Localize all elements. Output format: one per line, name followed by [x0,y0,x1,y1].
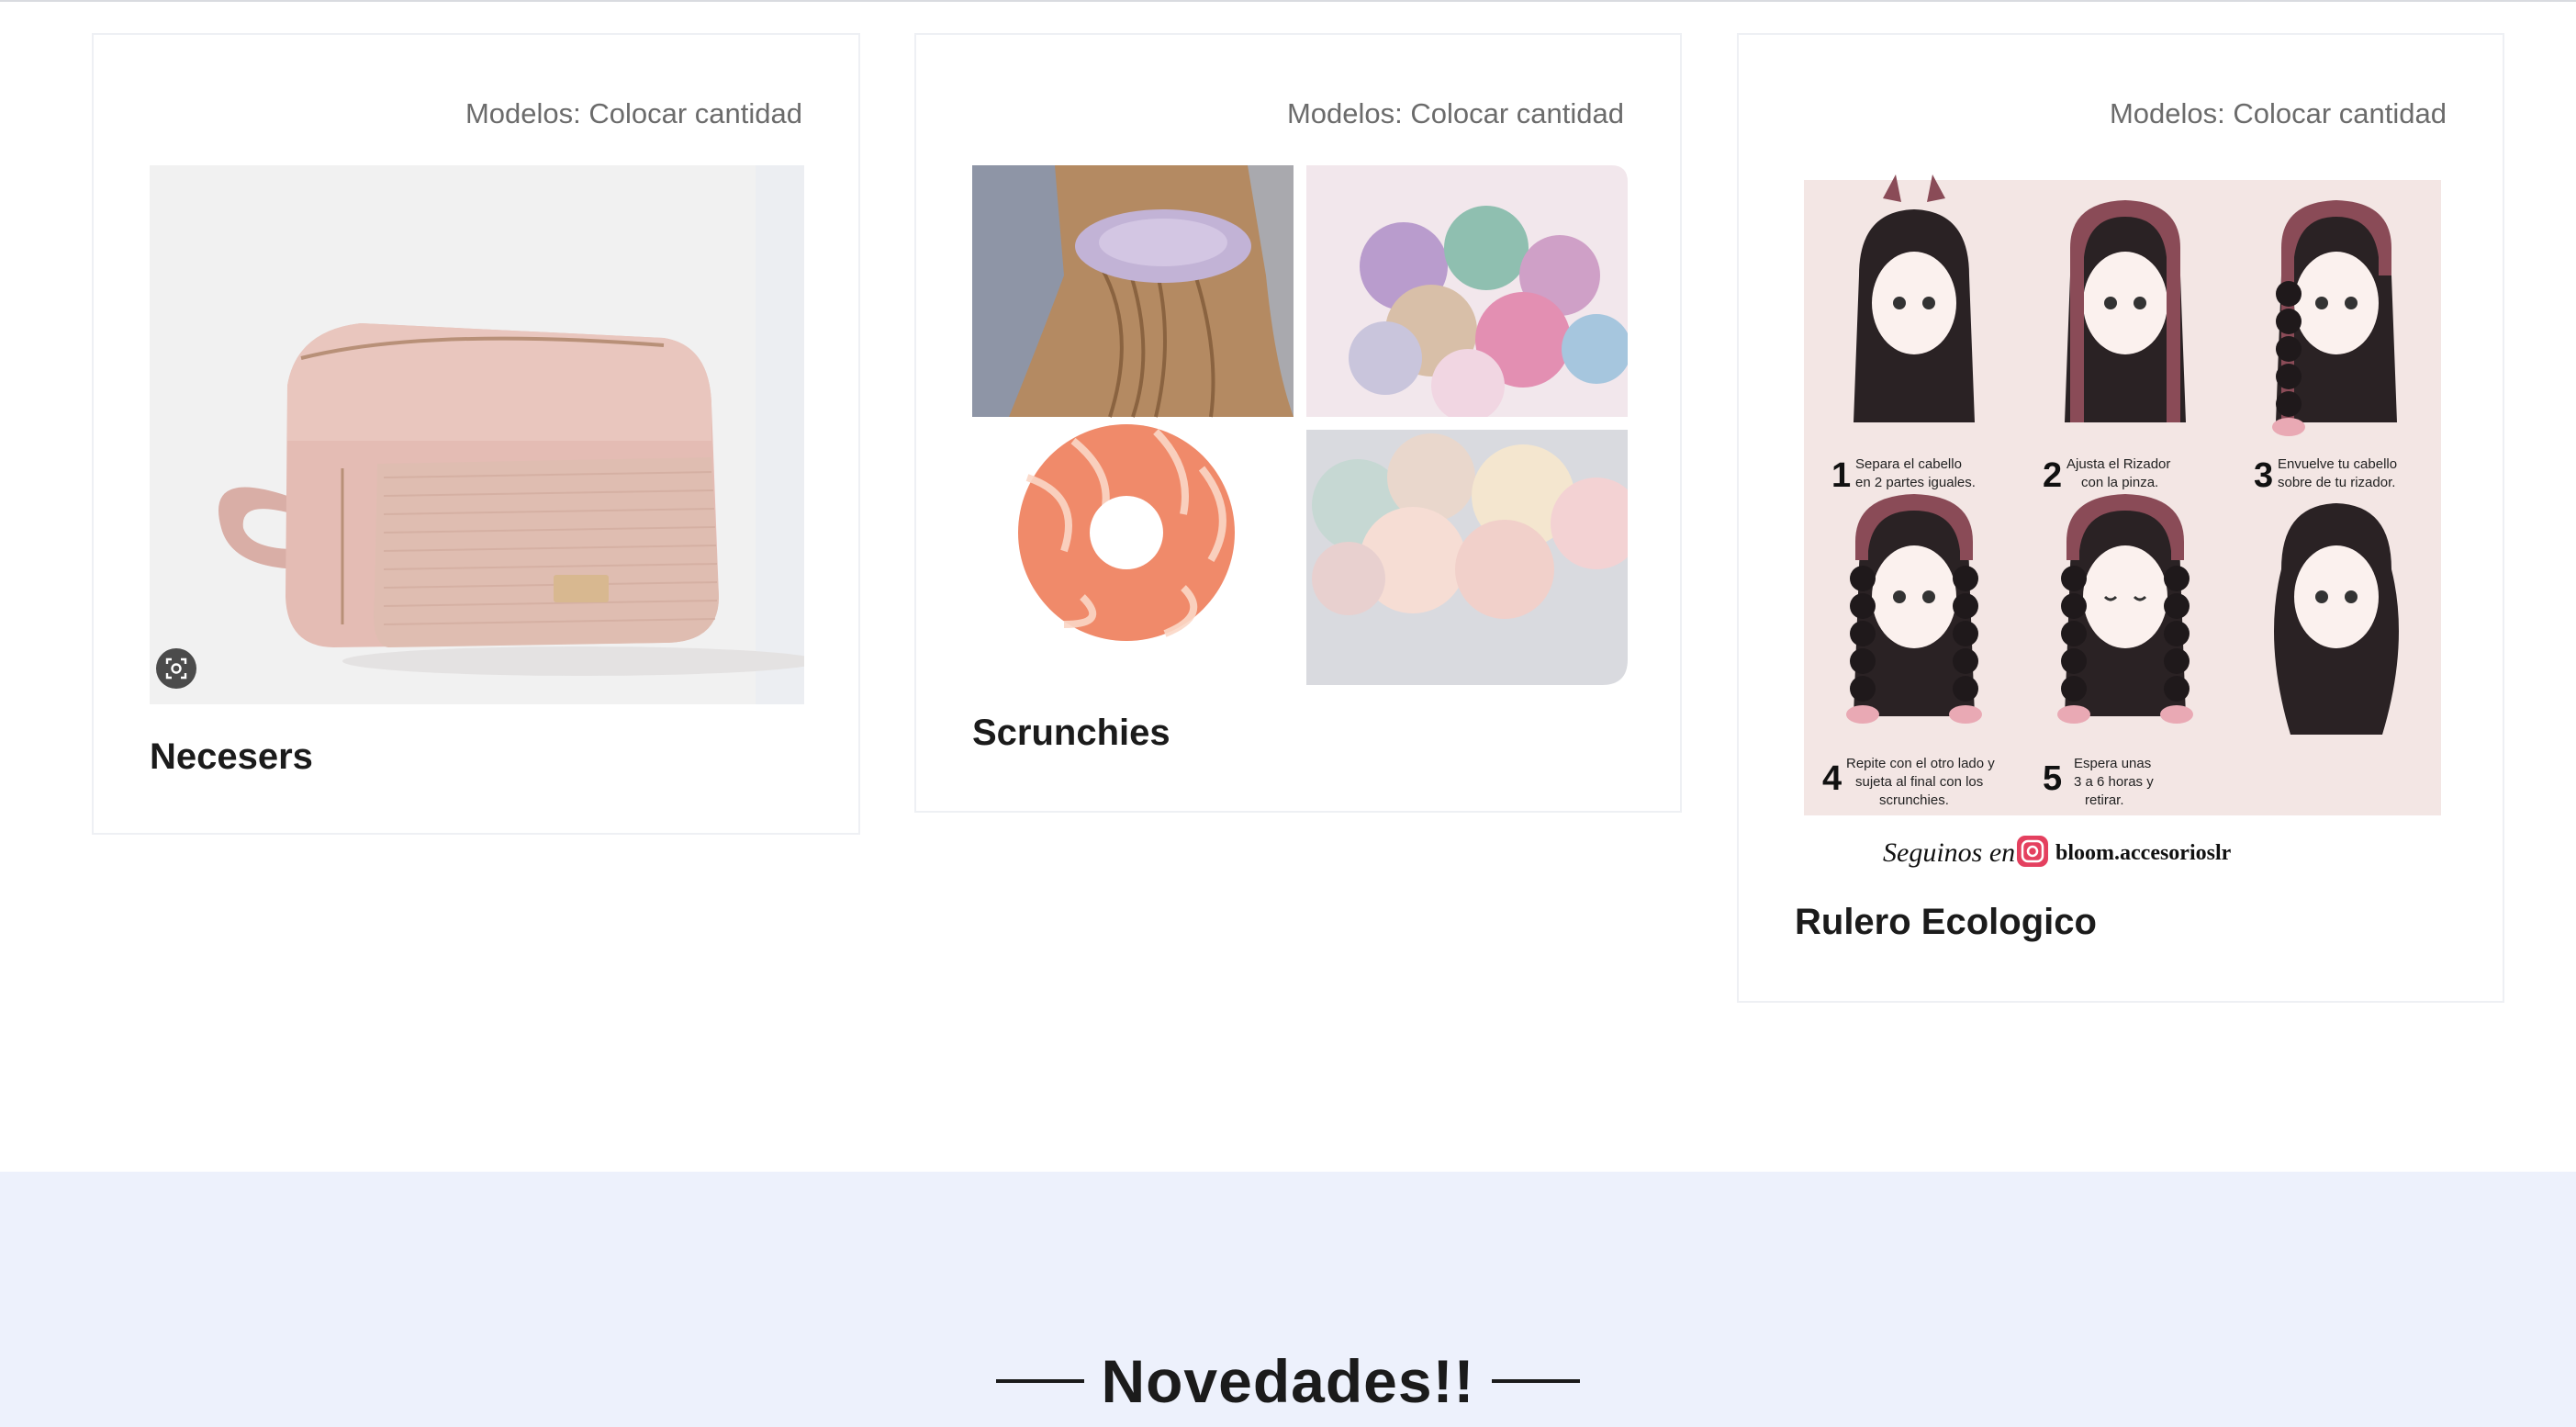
svg-text:Espera unas: Espera unas [2074,756,2151,771]
section-heading-text: Novedades!! [1101,1347,1475,1415]
heading-right-rule [1491,1378,1580,1383]
necesers-image[interactable] [150,165,804,704]
product-card-necesers[interactable]: Modelos: Colocar cantidad Necesers [92,33,860,835]
step-number: 2 [2043,456,2062,495]
instagram-handle: bloom.accesorioslr [2055,841,2232,865]
top-divider [0,0,2576,2]
svg-text:Repite con el otro lado y: Repite con el otro lado y [1846,756,1995,771]
step-number: 1 [1831,456,1851,495]
rulero-instructions-image[interactable]: 1 Separa el cabello en 2 partes iguales.… [1795,165,2450,905]
section-heading: Novedades!! [0,1346,2576,1416]
models-label: Modelos: Colocar cantidad [465,97,802,129]
follow-text: Seguinos en [1883,837,2015,868]
heading-left-rule [996,1378,1085,1383]
svg-text:sujeta al final con los: sujeta al final con los [1855,774,1983,790]
product-title[interactable]: Scrunchies [972,713,1170,754]
svg-text:scrunchies.: scrunchies. [1879,792,1949,808]
svg-text:3 a 6 horas y: 3 a 6 horas y [2074,774,2154,790]
zoom-icon[interactable] [156,648,196,689]
product-card-scrunchies[interactable]: Modelos: Colocar cantidad Scrunchies [914,33,1682,813]
svg-text:Envuelve tu cabello: Envuelve tu cabello [2278,456,2397,472]
svg-text:Ajusta el Rizador: Ajusta el Rizador [2066,456,2170,472]
models-label: Modelos: Colocar cantidad [1286,97,1624,129]
svg-text:retirar.: retirar. [2085,792,2124,808]
svg-text:sobre de tu rizador.: sobre de tu rizador. [2278,475,2395,490]
product-card-rulero-ecologico[interactable]: Modelos: Colocar cantidad 1 Separa el ca… [1737,33,2504,1003]
instagram-icon [2017,836,2048,867]
step-number: 3 [2254,456,2273,495]
svg-text:Separa el cabello: Separa el cabello [1855,456,1962,472]
svg-text:con la pinza.: con la pinza. [2081,475,2158,490]
product-title[interactable]: Necesers [150,736,313,778]
product-title[interactable]: Rulero Ecologico [1795,902,2097,943]
step-number: 4 [1822,759,1842,798]
step-number: 5 [2043,759,2062,798]
svg-text:en 2 partes iguales.: en 2 partes iguales. [1855,475,1976,490]
scrunchies-image[interactable] [972,165,1628,685]
models-label: Modelos: Colocar cantidad [2109,97,2447,129]
